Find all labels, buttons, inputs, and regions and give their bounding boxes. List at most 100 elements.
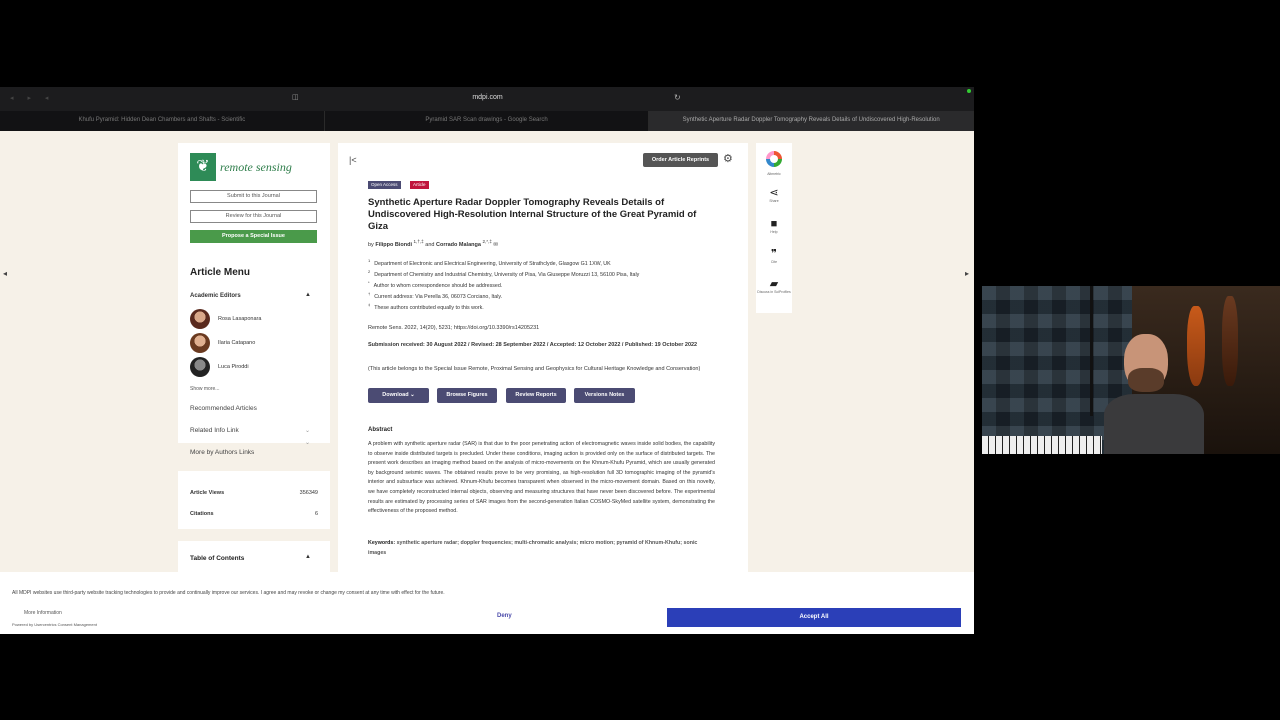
affiliation-text: Current address: Via Perella 36, 06073 C… bbox=[374, 293, 503, 300]
cite-tool[interactable]: ❞ Cite bbox=[756, 248, 792, 264]
tab-bar: Khufu Pyramid: Hidden Dean Chambers and … bbox=[0, 111, 974, 131]
collapse-sidebar-icon[interactable]: |< bbox=[349, 155, 357, 165]
affiliation-mark: 1 bbox=[368, 258, 371, 263]
help-tool[interactable]: ■ Help bbox=[756, 218, 792, 234]
affiliation: *Author to whom correspondence should be… bbox=[368, 280, 502, 289]
toc-title[interactable]: Table of Contents bbox=[190, 555, 244, 562]
author-link[interactable]: Corrado Malanga bbox=[436, 242, 481, 248]
accept-all-button[interactable]: Accept All bbox=[667, 608, 961, 627]
download-label: Download bbox=[382, 392, 409, 398]
related-info-link[interactable]: Related Info Link bbox=[190, 427, 239, 434]
microphone bbox=[1090, 286, 1093, 416]
chevron-up-icon[interactable]: ▲ bbox=[305, 292, 311, 298]
article-title: Synthetic Aperture Radar Doppler Tomogra… bbox=[368, 197, 697, 232]
academic-editors-toggle[interactable]: Academic Editors bbox=[190, 293, 241, 299]
tool-label: Cite bbox=[770, 260, 778, 264]
affiliation: †Current address: Via Perella 36, 06073 … bbox=[368, 291, 502, 300]
scroll-left-icon[interactable]: ◂ bbox=[3, 269, 7, 278]
tool-label: Share bbox=[769, 199, 779, 203]
article-type-badge: Article bbox=[410, 181, 429, 189]
affiliation: 1Department of Electronic and Electrical… bbox=[368, 258, 611, 267]
browser-tab[interactable]: Khufu Pyramid: Hidden Dean Chambers and … bbox=[0, 111, 325, 131]
leaf-icon: ❦ bbox=[190, 153, 216, 181]
publication-dates: Submission received: 30 August 2022 / Re… bbox=[368, 342, 698, 348]
editor-item[interactable]: Rosa Lasaponara bbox=[190, 309, 261, 329]
more-by-authors-link[interactable]: More by Authors Links bbox=[190, 449, 254, 456]
recommended-articles-link[interactable]: Recommended Articles bbox=[190, 405, 257, 412]
tool-label: Altmetric bbox=[767, 172, 781, 176]
browser-tab-active[interactable]: Synthetic Aperture Radar Doppler Tomogra… bbox=[649, 111, 974, 131]
affiliation-mark: 2 bbox=[368, 269, 371, 274]
show-more-link[interactable]: Show more... bbox=[190, 386, 219, 392]
deny-button[interactable]: Deny bbox=[497, 613, 512, 619]
presenter-shirt bbox=[1104, 394, 1204, 454]
editor-item[interactable]: Luca Piroddi bbox=[190, 357, 249, 377]
table-of-contents[interactable]: Table of Contents ▲ bbox=[178, 541, 330, 572]
chevron-down-icon[interactable]: ⌄ bbox=[305, 427, 310, 434]
download-button[interactable]: Download ⌄ bbox=[368, 388, 429, 403]
email-icon[interactable]: ✉ bbox=[493, 242, 498, 248]
powered-by-text[interactable]: Powered by Usercentrics Consent Manageme… bbox=[12, 622, 97, 627]
chevron-down-icon: ⌄ bbox=[410, 392, 415, 398]
affiliation: ‡These authors contributed equally to th… bbox=[368, 302, 484, 311]
scroll-right-icon[interactable]: ▸ bbox=[965, 269, 969, 278]
review-journal-button[interactable]: Review for this Journal bbox=[190, 210, 317, 223]
authors-and: and bbox=[425, 241, 435, 248]
article-views-value: 356349 bbox=[299, 490, 318, 496]
discuss-tool[interactable]: ▰ Discuss in SciProfiles bbox=[756, 278, 792, 294]
order-reprints-button[interactable]: Order Article Reprints bbox=[643, 153, 718, 167]
editor-name: Rosa Lasaponara bbox=[218, 316, 262, 322]
review-reports-button[interactable]: Review Reports bbox=[506, 388, 566, 403]
browse-figures-button[interactable]: Browse Figures bbox=[437, 388, 497, 403]
avatar bbox=[190, 333, 210, 353]
cookie-banner: All MDPI websites use third-party websit… bbox=[0, 572, 974, 634]
propose-special-issue-button[interactable]: Propose a Special Issue bbox=[190, 230, 317, 243]
nav-buttons-icon[interactable]: ◂ ▸ ◂ bbox=[10, 94, 54, 102]
affiliation-mark: * bbox=[368, 280, 370, 285]
affiliation-text: Department of Chemistry and Industrial C… bbox=[374, 271, 640, 278]
more-information-link[interactable]: More Information bbox=[24, 610, 62, 616]
affiliation-mark: † bbox=[368, 291, 371, 296]
share-icon: ⋖ bbox=[769, 187, 779, 199]
journal-logo[interactable]: ❦ remote sensing bbox=[190, 153, 312, 181]
journal-name: remote sensing bbox=[220, 159, 292, 174]
affiliation-text: Department of Electronic and Electrical … bbox=[374, 260, 611, 267]
article-tools: Altmetric ⋖ Share ■ Help ❞ Cite ▰ Discus… bbox=[756, 143, 792, 313]
presenter-beard bbox=[1128, 368, 1164, 392]
chevron-down-icon[interactable]: ⌄ bbox=[305, 439, 310, 446]
article-content: |< Order Article Reprints ⚙ Open Access … bbox=[338, 143, 748, 572]
shield-icon[interactable]: ◫ bbox=[292, 93, 299, 101]
citation-line[interactable]: Remote Sens. 2022, 14(20), 5231; https:/… bbox=[368, 325, 539, 331]
screen: ◂ ▸ ◂ ◫ mdpi.com ↻ Khufu Pyramid: Hidden… bbox=[0, 0, 1280, 720]
browser-tab[interactable]: Pyramid SAR Scan drawings - Google Searc… bbox=[325, 111, 650, 131]
address-bar[interactable]: mdpi.com bbox=[440, 94, 535, 101]
abstract-text: A problem with synthetic aperture radar … bbox=[368, 441, 715, 515]
altmetric-tool[interactable]: Altmetric bbox=[756, 151, 792, 176]
affiliation-text: These authors contributed equally to thi… bbox=[374, 304, 484, 311]
reload-icon[interactable]: ↻ bbox=[674, 93, 681, 102]
author-link[interactable]: Filippo Biondi bbox=[375, 242, 412, 248]
altmetric-icon bbox=[766, 151, 782, 167]
webcam-overlay bbox=[982, 286, 1280, 454]
article-menu-title: Article Menu bbox=[190, 267, 251, 278]
avatar bbox=[190, 357, 210, 377]
gear-icon[interactable]: ⚙ bbox=[723, 152, 733, 165]
article-views-label[interactable]: Article Views bbox=[190, 490, 224, 496]
editor-name: Ilaria Catapano bbox=[218, 340, 256, 346]
versions-notes-button[interactable]: Versions Notes bbox=[574, 388, 635, 403]
special-issue-note[interactable]: (This article belongs to the Special Iss… bbox=[368, 365, 713, 374]
avatar bbox=[190, 309, 210, 329]
submit-journal-button[interactable]: Submit to this Journal bbox=[190, 190, 317, 203]
guitar bbox=[1222, 296, 1238, 386]
citations-value: 6 bbox=[314, 511, 318, 517]
share-tool[interactable]: ⋖ Share bbox=[756, 187, 792, 203]
article-metrics: Article Views 356349 Citations 6 bbox=[178, 471, 330, 529]
browser-toolbar: ◂ ▸ ◂ ◫ mdpi.com ↻ bbox=[0, 87, 974, 111]
editor-item[interactable]: Ilaria Catapano bbox=[190, 333, 255, 353]
keywords-values[interactable]: synthetic aperture radar; doppler freque… bbox=[368, 540, 697, 556]
citations-label[interactable]: Citations bbox=[190, 511, 214, 517]
tool-label: Help bbox=[770, 230, 778, 234]
author-superscript: 1,†,‡ bbox=[413, 239, 424, 244]
browser-window: ◂ ▸ ◂ ◫ mdpi.com ↻ Khufu Pyramid: Hidden… bbox=[0, 87, 974, 634]
chevron-up-icon[interactable]: ▲ bbox=[305, 554, 311, 560]
